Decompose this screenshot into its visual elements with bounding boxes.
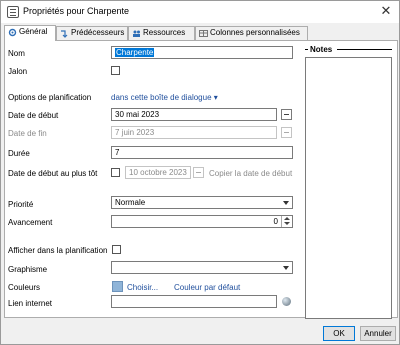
jalon-checkbox[interactable] [111,66,120,75]
tab-predecessors[interactable]: Prédécesseurs [56,26,128,40]
duration-label: Durée [8,149,30,158]
tab-predecessors-label: Prédécesseurs [71,28,125,37]
choose-color-link[interactable]: Choisir... [127,283,158,292]
colors-label: Couleurs [8,283,41,292]
close-icon[interactable]: ✕ [379,4,393,18]
duration-input[interactable]: 7 [111,146,293,159]
start-date-calendar-button[interactable] [281,109,292,120]
graphics-label: Graphisme [8,265,48,274]
dropdown-arrow-icon [283,201,289,205]
start-date-label: Date de début [8,111,59,120]
dropdown-arrow-icon [283,266,289,270]
internet-link-label: Lien internet [8,299,53,308]
title-bar: Propriétés pour Charpente ✕ [1,1,399,23]
progress-label: Avancement [8,218,53,227]
notes-header: Notes [305,45,392,55]
progress-spinner[interactable]: 0 [111,215,293,228]
start-date-input[interactable]: 30 mai 2023 [111,108,277,121]
planning-options-label: Options de planification [8,93,92,102]
cancel-button[interactable]: Annuler [360,326,396,341]
color-swatch[interactable] [112,281,123,292]
tab-resources-label: Ressources [143,28,186,37]
tab-custom-columns-label: Colonnes personnalisées [210,28,300,37]
graphics-select[interactable] [111,261,293,274]
properties-dialog: Propriétés pour Charpente ✕ Général Préd… [0,0,400,345]
jalon-label: Jalon [8,67,28,76]
notes-label: Notes [310,45,333,54]
tab-general-label: Général [19,27,48,36]
name-value: Charpente [115,48,155,57]
tab-general[interactable]: Général [4,25,56,41]
spinner-arrows-icon[interactable] [281,216,292,227]
earliest-start-calendar-button[interactable] [193,167,204,178]
priority-value: Normale [115,198,146,207]
ok-button[interactable]: OK [323,326,355,341]
progress-value: 0 [273,217,278,226]
task-properties-icon [7,6,19,18]
show-in-plan-checkbox[interactable] [112,245,121,254]
tab-resources[interactable]: Ressources [128,26,195,40]
notes-textarea[interactable] [305,57,392,319]
globe-icon[interactable] [282,297,291,306]
planning-options-link-text: dans cette boîte de dialogue [111,93,212,102]
internet-link-input[interactable] [111,295,277,308]
priority-label: Priorité [8,200,34,209]
earliest-start-input[interactable]: 10 octobre 2023 [125,166,191,179]
priority-select[interactable]: Normale [111,196,293,209]
show-in-plan-label: Afficher dans la planification [8,246,108,255]
name-label: Nom [8,49,25,58]
end-date-label: Date de fin [8,129,47,138]
people-icon [133,30,140,37]
name-input[interactable]: Charpente [111,46,293,59]
end-date-calendar-button[interactable] [281,127,292,138]
caret-down-icon: ▾ [213,93,218,102]
table-icon [199,30,208,37]
earliest-start-label: Date de début au plus tôt [8,169,98,178]
default-color-link[interactable]: Couleur par défaut [174,283,240,292]
copy-start-date-link[interactable]: Copier la date de début [209,169,292,178]
tab-custom-columns[interactable]: Colonnes personnalisées [195,26,308,40]
window-title: Propriétés pour Charpente [23,6,130,16]
end-date-input[interactable]: 7 juin 2023 [111,126,277,139]
earliest-start-checkbox[interactable] [111,168,120,177]
planning-options-link[interactable]: dans cette boîte de dialogue ▾ [111,93,218,102]
gear-icon [8,28,17,37]
link-arrow-icon [61,30,68,38]
